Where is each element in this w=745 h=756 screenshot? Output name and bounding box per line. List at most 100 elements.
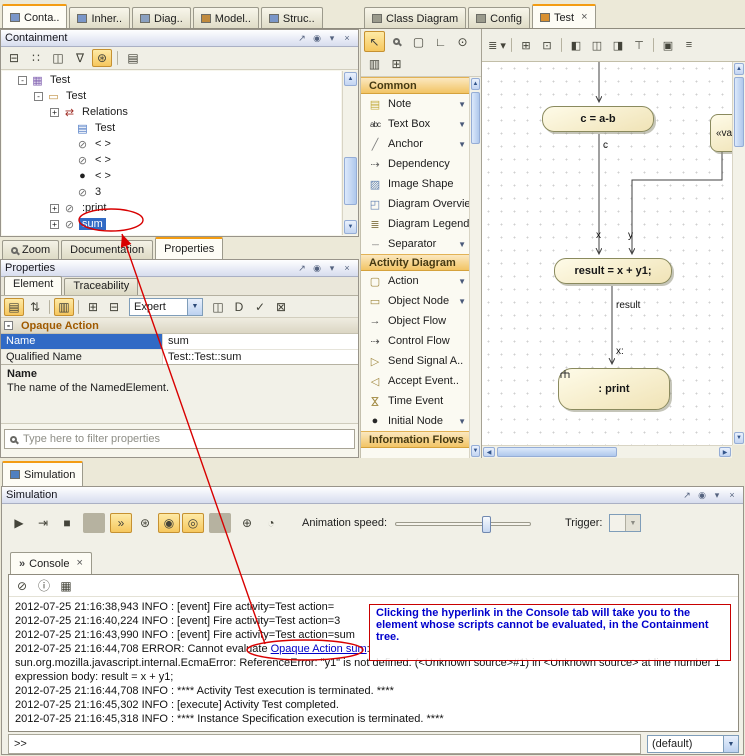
collapse-all-button[interactable]: ⊟ [4, 49, 24, 67]
action-node-c[interactable]: c = a-b [542, 106, 654, 132]
close-panel-icon[interactable]: × [340, 31, 354, 45]
scroll-thumb[interactable] [734, 77, 744, 147]
sticky-tool-button[interactable]: ⊙ [452, 31, 473, 52]
animation-toggle-button[interactable]: ◎ [182, 513, 204, 533]
workspace-tab[interactable]: Struc.. [261, 7, 323, 29]
group-expander-icon[interactable]: - [4, 321, 13, 330]
filter-input[interactable] [23, 433, 349, 445]
minimize-panel-icon[interactable]: ▾ [325, 31, 339, 45]
add-property-button[interactable]: ⊞ [83, 298, 103, 316]
same-size-button[interactable]: ▣ [658, 36, 678, 54]
chevron-down-icon[interactable]: ▼ [458, 100, 466, 109]
frame-tool-button[interactable]: ⊞ [386, 53, 407, 74]
chevron-down-icon[interactable]: ▼ [458, 120, 466, 129]
animation-speed-slider[interactable] [395, 522, 531, 526]
diagram-tab[interactable]: Test × [532, 4, 596, 29]
canvas-vertical-scrollbar[interactable]: ▲ ▼ [732, 62, 745, 445]
palette-item[interactable]: ▢ Action ▼ [361, 271, 469, 291]
toolbar-button[interactable] [511, 38, 512, 52]
tree-item[interactable]: + ⇄ Relations [2, 104, 341, 120]
scroll-left-button[interactable]: ◀ [483, 447, 495, 457]
chevron-down-icon[interactable]: ▼ [458, 277, 466, 286]
pin-panel-icon[interactable]: ◉ [695, 488, 709, 502]
pin-panel-icon[interactable]: ◉ [310, 261, 324, 275]
filter-button[interactable]: ∇ [70, 49, 90, 67]
value-specification-node[interactable]: «valueS [710, 114, 732, 152]
console-info-button[interactable]: ⓘ [34, 577, 54, 595]
palette-scrollbar[interactable]: ▲ ▼ [469, 77, 481, 458]
diagram-tab[interactable]: Config [468, 7, 530, 29]
palette-item[interactable]: Activity Diagram ▼ [361, 254, 469, 271]
console-options-button[interactable]: ▦ [56, 577, 76, 595]
simulation-options-button[interactable]: ⊛ [134, 513, 156, 533]
tree-expander-icon[interactable]: + [50, 108, 59, 117]
scroll-thumb[interactable] [344, 157, 357, 205]
minimize-panel-icon[interactable]: ▾ [325, 261, 339, 275]
property-row-qualified-name[interactable]: Qualified Name Test::Test::sum [1, 350, 358, 364]
tree-item[interactable]: ⊘ 3 [2, 184, 341, 200]
clock-button[interactable]: ◔ [260, 513, 282, 533]
palette-item[interactable]: ◁ Accept Event.. ▼ [361, 371, 469, 391]
tree-item[interactable]: + ⊘ :print [2, 200, 341, 216]
panel-tab[interactable]: Zoom [2, 240, 59, 259]
remove-property-button[interactable]: ⊟ [104, 298, 124, 316]
validation-button[interactable]: ⊕ [236, 513, 258, 533]
workspace-tab[interactable]: Model.. [193, 7, 259, 29]
tree-expander-icon[interactable]: + [50, 220, 59, 229]
palette-item[interactable]: ⇢ Dependency ▼ [361, 154, 469, 174]
palette-item[interactable]: ╱ Anchor ▼ [361, 134, 469, 154]
toolbar-button[interactable] [561, 38, 562, 52]
palette-item[interactable]: → Object Flow ▼ [361, 311, 469, 331]
palette-item[interactable]: Common ▼ [361, 77, 469, 94]
chevron-down-icon[interactable]: ▼ [458, 417, 466, 426]
console-mode-button[interactable]: » [110, 513, 132, 533]
property-row-name[interactable]: Name sum [1, 334, 358, 350]
path-tool-button[interactable]: ∟ [430, 31, 451, 52]
zoom-tool-button[interactable] [386, 31, 407, 52]
palette-item[interactable]: abc Text Box ▼ [361, 114, 469, 134]
palette-item[interactable]: ⋈ Time Event ▼ [361, 391, 469, 411]
diagram-tab[interactable]: Class Diagram [364, 7, 466, 29]
opaque-action-link[interactable]: Opaque Action sum [271, 643, 367, 655]
show-auxiliary-button[interactable]: ∷ [26, 49, 46, 67]
properties-tab[interactable]: Traceability [64, 278, 138, 295]
panel-tab[interactable]: Properties [155, 237, 223, 259]
palette-item[interactable]: ● Initial Node ▼ [361, 411, 469, 431]
property-key[interactable]: Qualified Name [1, 350, 163, 364]
stop-button[interactable]: ■ [56, 513, 78, 533]
action-node-print[interactable]: : print [558, 368, 670, 410]
grid-button[interactable]: ⊞ [516, 36, 536, 54]
toolbar-button[interactable] [117, 51, 118, 65]
tree-item[interactable]: ▤ Test [2, 120, 341, 136]
palette-item[interactable]: ◰ Diagram Overview ▼ [361, 194, 469, 214]
float-panel-icon[interactable]: ↗ [295, 31, 309, 45]
categorized-view-button[interactable]: ▤ [4, 298, 24, 316]
property-value[interactable]: Test::Test::sum [163, 350, 358, 364]
property-group-header[interactable]: - Opaque Action [1, 318, 358, 334]
palette-item[interactable]: ▨ Image Shape ▼ [361, 174, 469, 194]
palette-item[interactable]: Information Flows ▼ [361, 431, 469, 448]
scroll-thumb[interactable] [497, 447, 617, 457]
chevron-down-icon[interactable]: ▼ [187, 299, 202, 315]
select-tool-button[interactable]: ↖ [364, 31, 385, 52]
tab-close-icon[interactable]: × [581, 13, 587, 22]
tree-expander-icon[interactable]: + [50, 204, 59, 213]
properties-tab[interactable]: Element [4, 276, 62, 295]
show-description-button[interactable]: ▥ [54, 298, 74, 316]
tree-item[interactable]: + ⊘ sum [2, 216, 341, 232]
snap-button[interactable]: ⊡ [537, 36, 557, 54]
tree-item[interactable]: ● < > [2, 168, 341, 184]
align-left-button[interactable]: ◧ [566, 36, 586, 54]
workspace-tab[interactable]: Conta.. [2, 4, 67, 29]
clear-console-button[interactable]: ⊘ [12, 577, 32, 595]
toolbar-button[interactable] [49, 300, 50, 314]
workspace-tab[interactable]: Diag.. [132, 7, 191, 29]
scroll-down-button[interactable]: ▼ [734, 432, 744, 444]
trigger-select[interactable]: ▼ [609, 514, 641, 532]
scroll-up-button[interactable]: ▲ [344, 72, 357, 86]
open-diagram-button[interactable]: ▤ [123, 49, 143, 67]
slider-thumb[interactable] [482, 516, 491, 533]
chevron-down-icon[interactable]: ▼ [458, 140, 466, 149]
palette-item[interactable]: ≣ Diagram Legend ▼ [361, 214, 469, 234]
chevron-down-icon[interactable]: ▼ [723, 736, 738, 752]
